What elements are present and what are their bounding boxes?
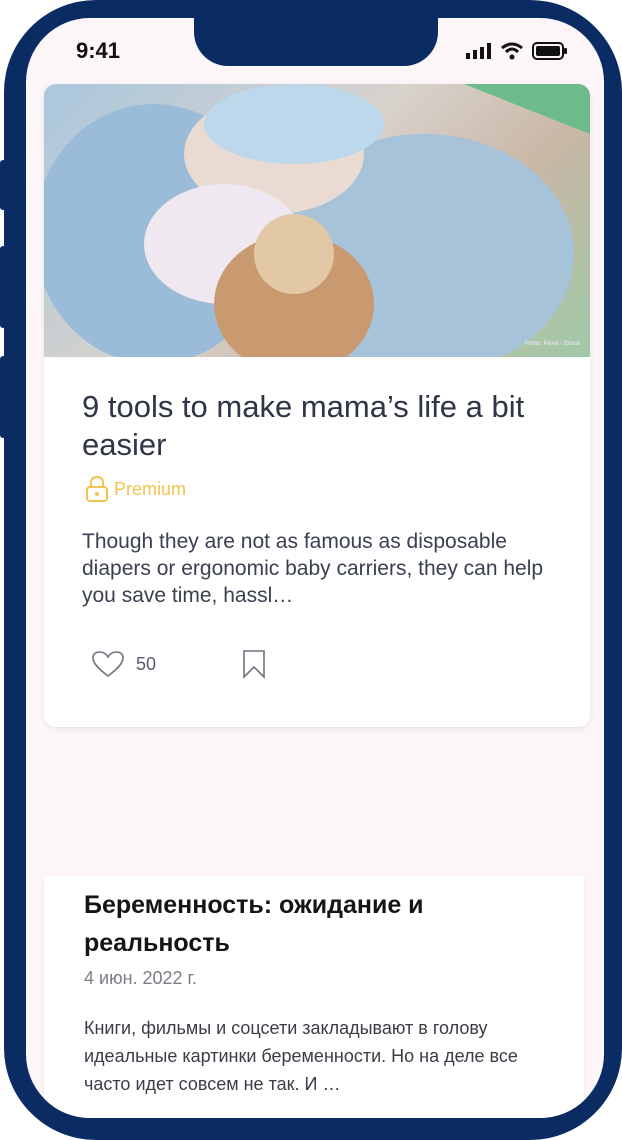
side-button-right (616, 280, 622, 420)
status-icons (466, 42, 568, 60)
phone-screen: 9:41 Photo: Pexel / iStock 9 tools to ma… (26, 18, 604, 1118)
side-button-left (0, 160, 6, 210)
heart-icon[interactable] (92, 650, 124, 678)
bookmark-icon[interactable] (242, 649, 266, 679)
article-image[interactable]: Photo: Pexel / iStock (44, 84, 590, 357)
article-card-2[interactable]: Беременность: ожидание и реальность 4 ию… (44, 876, 584, 1118)
likes-count: 50 (136, 653, 157, 674)
article-card[interactable]: Photo: Pexel / iStock 9 tools to make ma… (44, 84, 590, 727)
article-title[interactable]: 9 tools to make mama’s life a bit easier (82, 388, 552, 464)
signal-icon (466, 43, 491, 59)
battery-icon (532, 42, 567, 60)
premium-label: Premium (114, 478, 187, 499)
status-time: 9:41 (76, 38, 121, 63)
premium-badge: Premium (86, 476, 186, 502)
article-excerpt: Though they are not as famous as disposa… (82, 530, 544, 607)
side-button-left-3 (0, 356, 6, 438)
side-button-left-2 (0, 246, 6, 328)
article-actions: 50 (92, 649, 266, 679)
article2-date: 4 июн. 2022 г. (84, 968, 197, 988)
image-credit: Photo: Pexel / iStock (524, 341, 580, 347)
baby-photo (44, 84, 590, 357)
article2-title[interactable]: Беременность: ожидание и реальность (84, 886, 544, 962)
notch (194, 18, 438, 66)
lock-icon (86, 476, 108, 502)
wifi-icon (501, 42, 523, 60)
article2-excerpt: Книги, фильмы и соцсети закладывают в го… (84, 1018, 518, 1094)
phone-frame: 9:41 Photo: Pexel / iStock 9 tools to ma… (4, 0, 622, 1140)
